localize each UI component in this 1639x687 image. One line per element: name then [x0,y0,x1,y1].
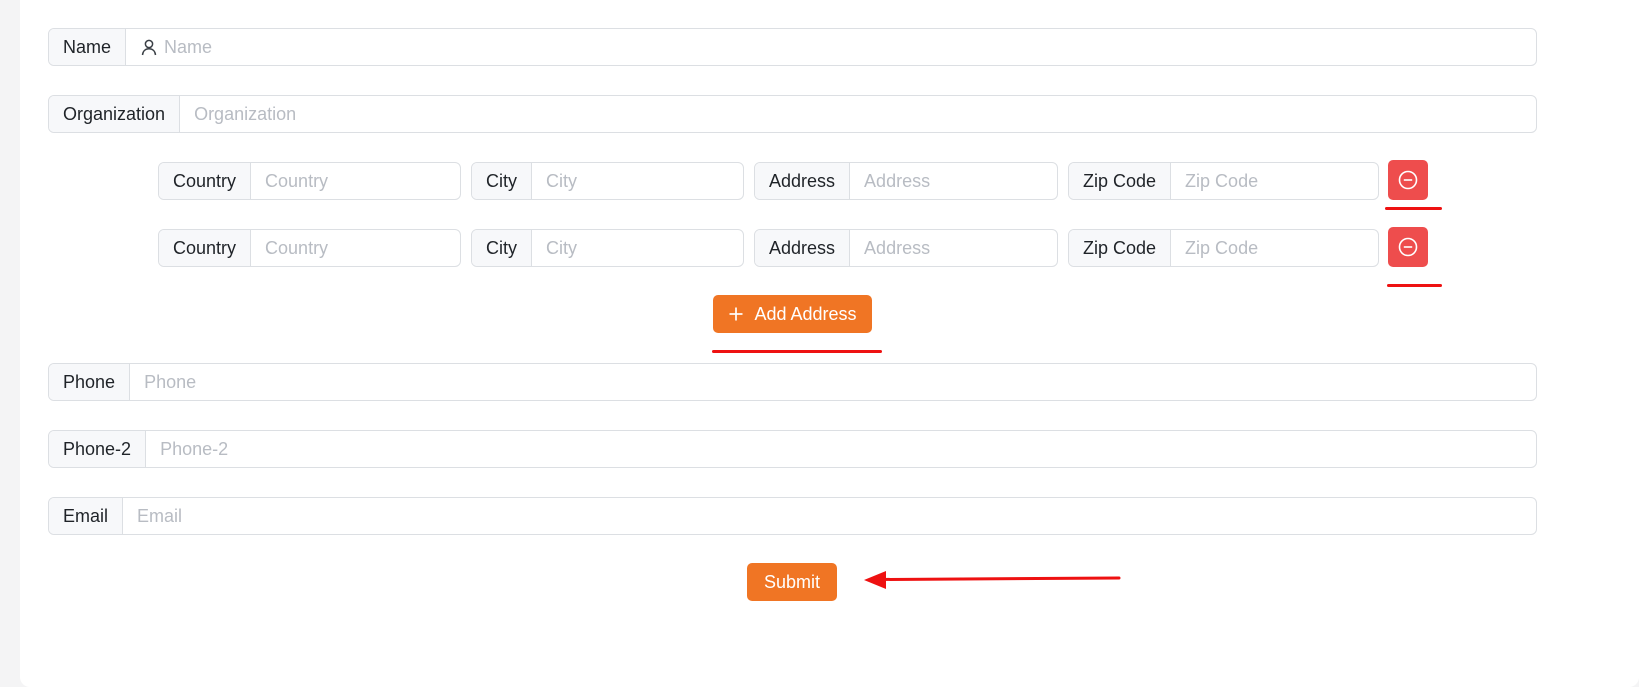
name-input-group: Name [48,28,1537,66]
minus-circle-icon [1397,236,1419,258]
zip-code-input[interactable] [1171,163,1378,199]
zip-code-input-group: Zip Code [1068,162,1379,200]
annotation-underline [1387,284,1442,287]
city-label: City [472,230,532,266]
country-label: Country [159,230,252,266]
country-input-group: Country [158,229,461,267]
email-input[interactable] [123,498,1536,534]
remove-address-button[interactable] [1388,160,1428,200]
phone-2-label: Phone-2 [49,431,147,467]
organization-label: Organization [49,96,181,132]
minus-circle-icon [1397,169,1419,191]
address-label: Address [755,230,851,266]
phone-2-input[interactable] [146,431,1536,467]
city-input[interactable] [532,230,743,266]
phone-label: Phone [49,364,131,400]
country-label: Country [159,163,252,199]
email-input-group: Email [48,497,1537,535]
city-input[interactable] [532,163,743,199]
address-input[interactable] [850,163,1057,199]
address-input[interactable] [850,230,1057,266]
organization-input-group: Organization [48,95,1537,133]
address-input-group: Address [754,162,1058,200]
user-icon [126,29,158,65]
submit-label: Submit [763,571,821,592]
country-input[interactable] [251,163,460,199]
phone-input-group: Phone [48,363,1537,401]
address-label: Address [755,163,851,199]
plus-icon [728,306,744,322]
zip-code-label: Zip Code [1069,163,1172,199]
add-address-button[interactable]: Add Address [713,295,872,333]
zip-code-input-group: Zip Code [1068,229,1379,267]
name-label: Name [49,29,127,65]
zip-code-label: Zip Code [1069,230,1172,266]
city-input-group: City [471,162,744,200]
name-input[interactable] [158,29,1536,65]
country-input[interactable] [251,230,460,266]
zip-code-input[interactable] [1171,230,1378,266]
phone-input[interactable] [130,364,1536,400]
remove-address-button[interactable] [1388,227,1428,267]
country-input-group: Country [158,162,461,200]
annotation-underline [1385,207,1442,210]
city-input-group: City [471,229,744,267]
add-address-label: Add Address [754,303,857,324]
annotation-underline [712,350,882,353]
email-label: Email [49,498,124,534]
submit-button[interactable]: Submit [747,563,837,601]
address-input-group: Address [754,229,1058,267]
city-label: City [472,163,532,199]
organization-input[interactable] [180,96,1536,132]
phone-2-input-group: Phone-2 [48,430,1537,468]
